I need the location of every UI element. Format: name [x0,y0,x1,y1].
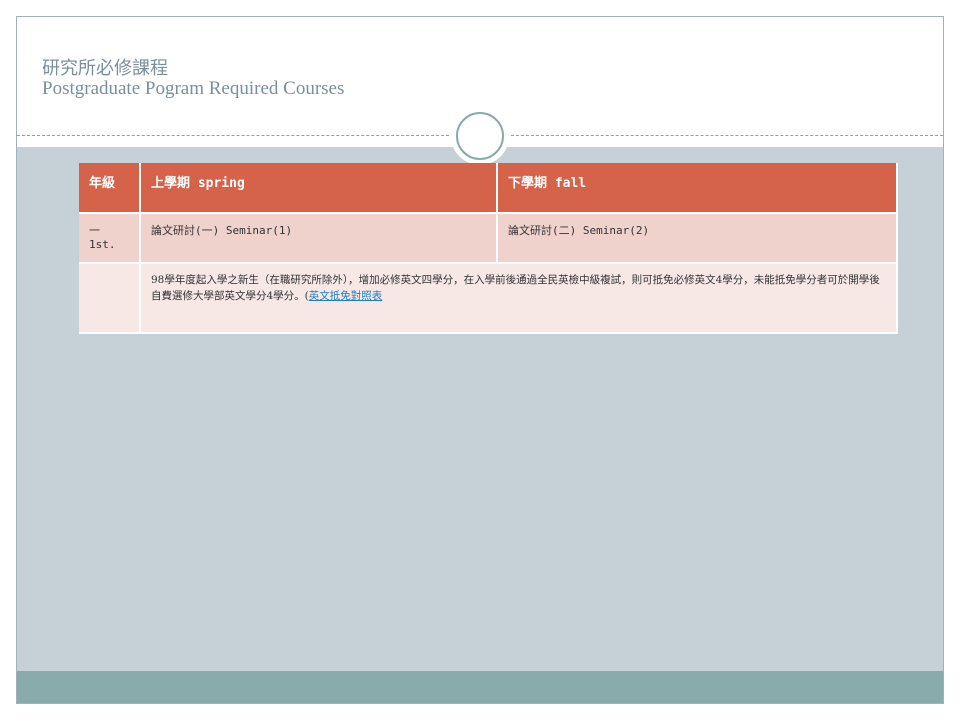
cell-spring-course: 論文研討(一) Seminar(1) [140,213,498,264]
header-spring: 上學期 spring [140,163,498,214]
cell-empty [79,263,141,334]
table-row-note: 98學年度起入學之新生（在職研究所除外），增加必修英文四學分，在入學前後通過全民… [79,263,898,334]
decorative-circle-ring [456,112,504,160]
note-text: 98學年度起入學之新生（在職研究所除外），增加必修英文四學分，在入學前後通過全民… [151,274,880,302]
cell-grade: 一 1st. [79,213,141,264]
decorative-circle-icon [451,107,509,165]
table-header-row: 年級 上學期 spring 下學期 fall [79,163,898,214]
slide-title-chinese: 研究所必修課程 [42,58,168,79]
slide-title-english: Postgraduate Pogram Required Courses [42,78,345,99]
slide-footer-band [17,671,943,703]
table-row: 一 1st. 論文研討(一) Seminar(1) 論文研討(二) Semina… [79,213,898,264]
cell-fall-course: 論文研討(二) Seminar(2) [497,213,898,264]
header-fall: 下學期 fall [497,163,898,214]
header-grade: 年級 [79,163,141,214]
required-courses-table: 年級 上學期 spring 下學期 fall 一 1st. 論文研討(一) Se… [79,163,898,334]
cell-note: 98學年度起入學之新生（在職研究所除外），增加必修英文四學分，在入學前後通過全民… [140,263,898,334]
english-exemption-table-link[interactable]: 英文抵免對照表 [309,290,383,302]
slide: 研究所必修課程 Postgraduate Pogram Required Cou… [16,16,944,704]
